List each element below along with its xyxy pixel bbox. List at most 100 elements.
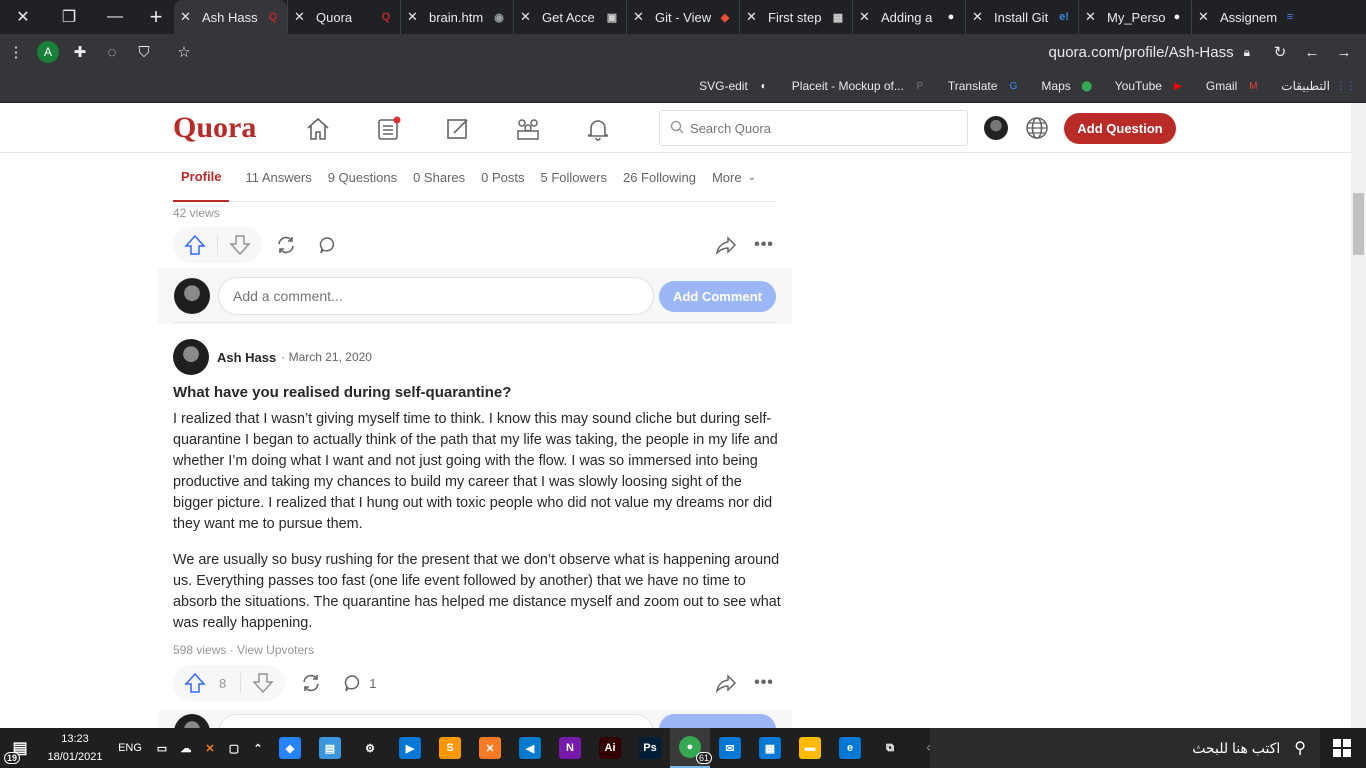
profile-tab[interactable]: 0 Shares [413,153,465,202]
taskbar-app-xampp[interactable]: ✕ [470,728,510,768]
home-icon[interactable] [302,113,334,145]
profile-tab[interactable]: 0 Posts [481,153,524,202]
bookmark-item[interactable]: Translate G [948,78,1022,94]
show-hidden-icons[interactable]: ⌃ [246,728,270,768]
profile-tab[interactable]: More ⌄ [712,153,756,202]
share-arrow-icon[interactable] [714,233,738,257]
browser-tab[interactable]: ✕ Git - View ◆ [626,0,739,34]
close-tab-icon[interactable]: ✕ [180,9,194,25]
browser-tab[interactable]: ✕ Quora Q [287,0,400,34]
taskbar-app-photoshop[interactable]: Ps [630,728,670,768]
restore-window-icon[interactable]: ❐ [46,0,92,34]
extension-sync-icon[interactable]: ◌ [96,36,128,68]
browser-tab[interactable]: ✕ Get Acce ▣ [513,0,626,34]
taskbar-app-onenote[interactable]: N [550,728,590,768]
profile-avatar[interactable]: A [32,36,64,68]
reload-icon[interactable]: ↻ [1264,36,1296,68]
comment-input-partial[interactable] [218,714,654,728]
share-cycle-icon[interactable] [299,671,323,695]
bookmark-star-icon[interactable]: ☆ [168,36,200,68]
more-options-icon[interactable]: ••• [752,233,776,257]
taskbar-app-mail[interactable]: ✉ [710,728,750,768]
spaces-icon[interactable] [512,113,544,145]
upvote-icon[interactable] [183,233,207,257]
taskbar-app-contacts[interactable]: ▤ [310,728,350,768]
search-input[interactable] [690,120,950,136]
downvote-icon[interactable] [251,671,275,695]
bookmark-item[interactable]: YouTube ▶ [1115,78,1186,94]
back-icon[interactable]: ← [1296,36,1328,68]
taskbar-app-edge[interactable]: e [830,728,870,768]
extension-shield-icon[interactable]: ⛉ [128,36,160,68]
extensions-icon[interactable]: ✚ [64,36,96,68]
quora-logo[interactable]: Quora [173,111,256,145]
bookmark-item[interactable]: Maps ⬤ [1041,78,1094,94]
close-tab-icon[interactable]: ✕ [1198,9,1212,25]
close-tab-icon[interactable]: ✕ [746,9,760,25]
add-question-button[interactable]: Add Question [1064,113,1176,144]
profile-tab[interactable]: 5 Followers [541,153,607,202]
close-tab-icon[interactable]: ✕ [1085,9,1099,25]
taskbar-app-taskview[interactable]: ⧉ [870,728,910,768]
xampp-tray-icon[interactable]: ✕ [198,728,222,768]
search-box[interactable] [659,110,968,146]
browser-tab[interactable]: ✕ Install Git e! [965,0,1078,34]
user-avatar[interactable] [984,116,1008,140]
comment-input[interactable] [218,277,654,315]
taskbar-app-sourcetree[interactable]: ◆ [270,728,310,768]
profile-tab[interactable]: 26 Following [623,153,696,202]
new-tab-button[interactable]: + [138,0,174,34]
browser-tab[interactable]: ✕ brain.htm ◉ [400,0,513,34]
author-avatar[interactable] [173,339,209,375]
upvote-icon[interactable] [183,671,207,695]
author-name[interactable]: Ash Hass [217,350,276,365]
share-arrow-icon[interactable] [714,671,738,695]
taskbar-app-illustrator[interactable]: Ai [590,728,630,768]
close-tab-icon[interactable]: ✕ [520,9,534,25]
comment-icon[interactable] [341,671,365,695]
close-tab-icon[interactable]: ✕ [294,9,308,25]
language-indicator[interactable]: ENG [110,728,150,768]
share-cycle-icon[interactable] [274,233,298,257]
battery-icon[interactable]: ▭ [150,728,174,768]
taskbar-app-chrome[interactable]: ● 61 [670,728,712,768]
forward-icon[interactable]: → [1328,36,1360,68]
minimize-window-icon[interactable]: — [92,0,138,34]
language-globe-icon[interactable] [1024,115,1050,141]
add-comment-button[interactable]: Add Comment [659,280,776,312]
close-tab-icon[interactable]: ✕ [972,9,986,25]
system-clock[interactable]: 13:23 18/01/2021 [40,730,110,766]
taskbar-app-video[interactable]: ▶ [390,728,430,768]
taskbar-app-settings[interactable]: ⚙ [350,728,390,768]
question-title[interactable]: What have you realised during self-quara… [173,384,511,401]
notification-center-icon[interactable]: ▤ 19 [0,728,40,768]
comment-icon[interactable] [316,233,340,257]
bookmark-item[interactable]: Placeit - Mockup of... P [792,78,928,94]
scrollbar-thumb[interactable] [1353,193,1364,255]
downvote-icon[interactable] [228,233,252,257]
profile-tab[interactable]: Profile [173,153,230,202]
close-window-icon[interactable]: ✕ [0,0,46,34]
browser-tab[interactable]: ✕ First step ▦ [739,0,852,34]
network-icon[interactable]: ☁ [174,728,198,768]
browser-tab[interactable]: ✕ My_Perso ● [1078,0,1191,34]
more-options-icon[interactable]: ••• [752,671,776,695]
taskbar-search[interactable]: اكتب هنا للبحث ⚲ [930,728,1320,768]
menu-icon[interactable]: ⋮ [0,36,32,68]
browser-tab[interactable]: ✕ Adding a ● [852,0,965,34]
profile-tab[interactable]: 9 Questions [328,153,397,202]
address-bar[interactable]: quora.com/profile/Ash-Hass 🔒︎ [204,37,1260,67]
bookmark-item[interactable]: Gmail M [1206,78,1261,94]
add-comment-button-partial[interactable] [659,714,776,728]
taskbar-app-vscode[interactable]: ◀ [510,728,550,768]
answer-stats[interactable]: 598 views · View Upvoters [173,643,314,657]
taskbar-app-explorer[interactable]: ▬ [790,728,830,768]
close-tab-icon[interactable]: ✕ [407,9,421,25]
bookmark-item[interactable]: SVG-edit ◐ [699,78,772,94]
bookmark-item[interactable]: التطبيقات ⋮⋮ [1281,78,1356,94]
profile-tab[interactable]: 11 Answers [245,153,311,202]
browser-tab[interactable]: ✕ Ash Hass Q [174,0,287,34]
display-icon[interactable]: ▢ [222,728,246,768]
browser-tab[interactable]: ✕ Assignem ≡ [1191,0,1304,34]
taskbar-app-sublime[interactable]: S [430,728,470,768]
